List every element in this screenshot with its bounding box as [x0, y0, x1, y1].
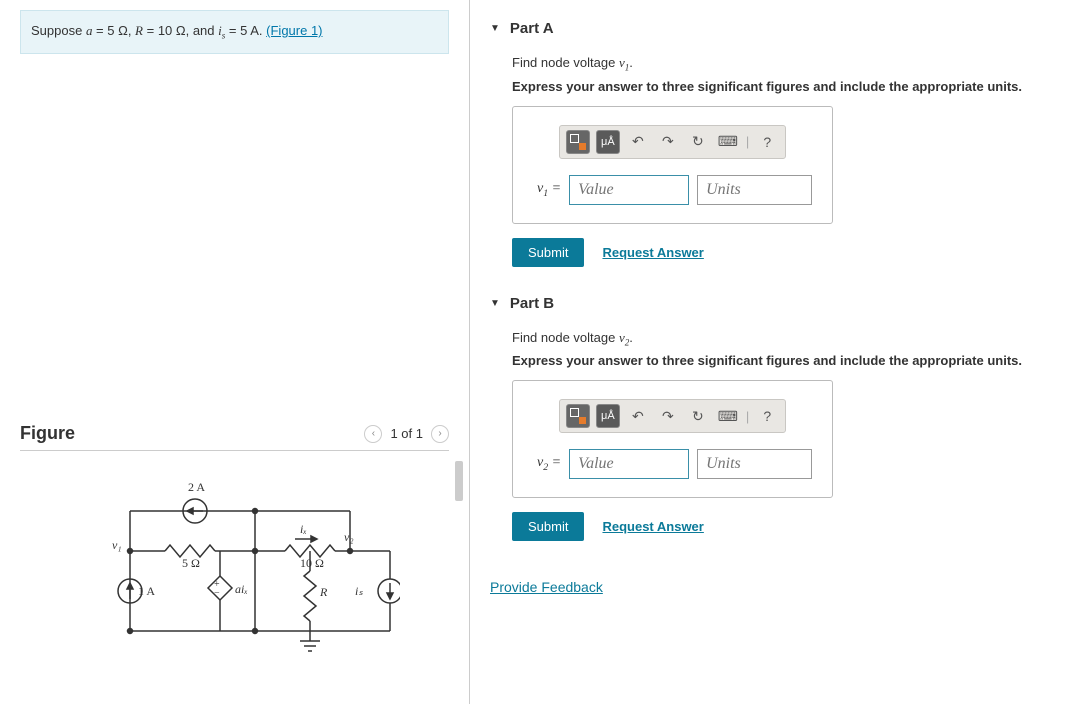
- part-a-toolbar: μÅ ↶ ↷ ↻ ⌨ | ?: [559, 125, 786, 159]
- figure-nav-text: 1 of 1: [390, 426, 423, 441]
- label-10ohm: 10 Ω: [300, 556, 324, 570]
- undo-icon[interactable]: ↶: [626, 404, 650, 428]
- var-R: R: [135, 23, 143, 38]
- label-1a: 1 A: [138, 584, 155, 598]
- figure-scrollbar[interactable]: [455, 461, 463, 501]
- figure-section: Figure ‹ 1 of 1 ›: [20, 423, 449, 694]
- label-v2: v₂: [344, 530, 354, 544]
- part-a-submit-button[interactable]: Submit: [512, 238, 584, 267]
- part-b-toolbar: μÅ ↶ ↷ ↻ ⌨ | ?: [559, 399, 786, 433]
- caret-icon: ▼: [490, 298, 500, 309]
- part-b-header[interactable]: ▼ Part B: [490, 295, 1047, 312]
- figure-title: Figure: [20, 423, 75, 444]
- part-a-answer-box: μÅ ↶ ↷ ↻ ⌨ | ? v1 =: [512, 106, 833, 224]
- reset-icon[interactable]: ↻: [686, 130, 710, 154]
- label-ix: iₓ: [300, 522, 307, 536]
- help-icon[interactable]: ?: [755, 404, 779, 428]
- part-a-title: Part A: [510, 20, 554, 37]
- keyboard-icon[interactable]: ⌨: [716, 130, 740, 154]
- toolbar-separator: |: [746, 409, 749, 424]
- part-b-instruction: Express your answer to three significant…: [512, 353, 1047, 368]
- left-panel: Suppose a = 5 Ω, R = 10 Ω, and is = 5 A.…: [0, 0, 470, 704]
- part-a-units-input[interactable]: [697, 175, 812, 205]
- part-b-units-input[interactable]: [697, 449, 812, 479]
- figure-nav: ‹ 1 of 1 ›: [364, 425, 449, 443]
- part-b-submit-button[interactable]: Submit: [512, 512, 584, 541]
- figure-link[interactable]: (Figure 1): [266, 23, 322, 38]
- part-b-request-answer[interactable]: Request Answer: [602, 519, 703, 534]
- figure-next-button[interactable]: ›: [431, 425, 449, 443]
- label-is: iₛ: [355, 584, 363, 598]
- part-a-instruction: Express your answer to three significant…: [512, 79, 1047, 94]
- part-b-value-input[interactable]: [569, 449, 689, 479]
- part-a-value-input[interactable]: [569, 175, 689, 205]
- part-a-actions: Submit Request Answer: [512, 238, 1047, 267]
- problem-prefix: Suppose: [31, 23, 86, 38]
- label-R: R: [319, 585, 328, 599]
- part-a-input-row: v1 =: [537, 175, 812, 205]
- units-mua-button[interactable]: μÅ: [596, 130, 620, 154]
- part-b-body: Find node voltage v2. Express your answe…: [490, 330, 1047, 542]
- problem-statement: Suppose a = 5 Ω, R = 10 Ω, and is = 5 A.…: [20, 10, 449, 54]
- redo-icon[interactable]: ↷: [656, 130, 680, 154]
- part-b-input-row: v2 =: [537, 449, 812, 479]
- part-a-request-answer[interactable]: Request Answer: [602, 245, 703, 260]
- circuit-diagram: 2 A 1 A 5 Ω 10 Ω R v₁ v₂ iₓ aiₓ iₛ + −: [20, 461, 449, 674]
- part-a-var-label: v1 =: [537, 181, 561, 199]
- part-a-find: Find node voltage v1.: [512, 55, 1047, 73]
- figure-prev-button[interactable]: ‹: [364, 425, 382, 443]
- label-v1: v₁: [112, 538, 122, 552]
- caret-icon: ▼: [490, 23, 500, 34]
- toolbar-separator: |: [746, 134, 749, 149]
- part-a-header[interactable]: ▼ Part A: [490, 20, 1047, 37]
- template-icon[interactable]: [566, 404, 590, 428]
- redo-icon[interactable]: ↷: [656, 404, 680, 428]
- keyboard-icon[interactable]: ⌨: [716, 404, 740, 428]
- part-b-title: Part B: [510, 295, 554, 312]
- part-b-actions: Submit Request Answer: [512, 512, 1047, 541]
- part-b-answer-box: μÅ ↶ ↷ ↻ ⌨ | ? v2 =: [512, 380, 833, 498]
- part-b-var-label: v2 =: [537, 455, 561, 473]
- reset-icon[interactable]: ↻: [686, 404, 710, 428]
- undo-icon[interactable]: ↶: [626, 130, 650, 154]
- right-panel: ▼ Part A Find node voltage v1. Express y…: [470, 0, 1067, 704]
- label-aix: aiₓ: [235, 582, 248, 596]
- units-mua-button[interactable]: μÅ: [596, 404, 620, 428]
- figure-header: Figure ‹ 1 of 1 ›: [20, 423, 449, 451]
- template-icon[interactable]: [566, 130, 590, 154]
- eq2-rhs: = 10 Ω, and: [143, 23, 218, 38]
- svg-text:−: −: [214, 588, 220, 599]
- provide-feedback-link[interactable]: Provide Feedback: [490, 579, 603, 595]
- help-icon[interactable]: ?: [755, 130, 779, 154]
- eq3-rhs: = 5 A.: [225, 23, 266, 38]
- label-5ohm: 5 Ω: [182, 556, 200, 570]
- part-b-find: Find node voltage v2.: [512, 330, 1047, 348]
- part-a-body: Find node voltage v1. Express your answe…: [490, 55, 1047, 267]
- eq1-rhs: = 5 Ω,: [92, 23, 135, 38]
- label-2a: 2 A: [188, 480, 205, 494]
